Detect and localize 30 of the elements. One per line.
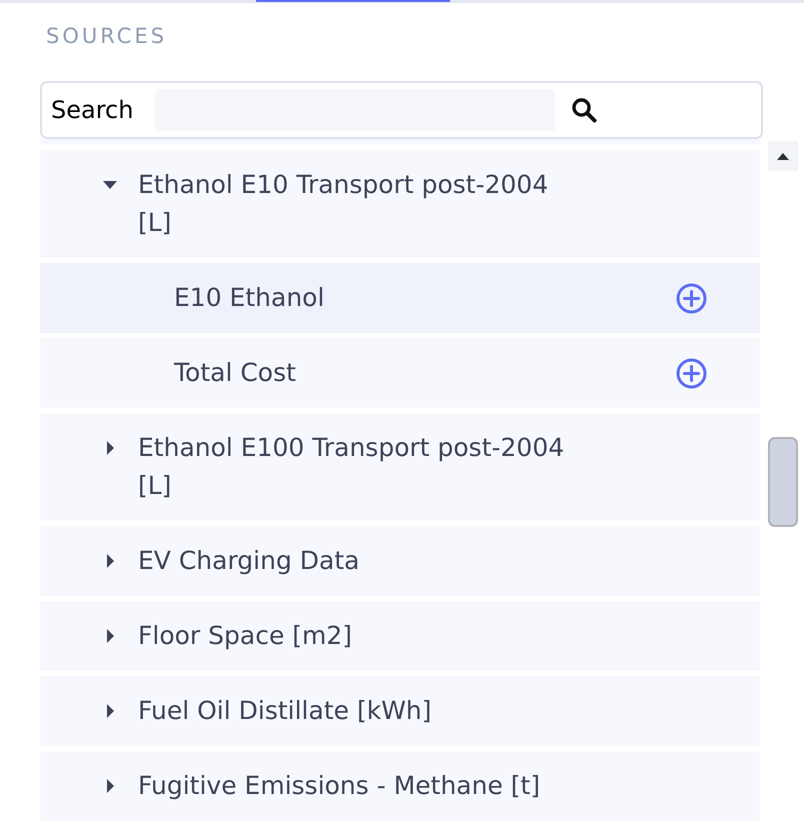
caret-right-icon[interactable] bbox=[107, 704, 114, 718]
search-label: Search bbox=[51, 95, 134, 126]
tree-row[interactable]: Ethanol E100 Transport post-2004 [L] bbox=[40, 413, 760, 521]
caret-right-icon[interactable] bbox=[107, 554, 114, 568]
tree-item-label: Fugitive Emissions - Methane [t] bbox=[138, 770, 542, 802]
tree-row[interactable]: EV Charging Data bbox=[40, 526, 760, 596]
tree-leaf-label: Total Cost bbox=[174, 357, 297, 389]
scroll-up-button[interactable] bbox=[768, 141, 798, 171]
tree-row[interactable]: Floor Space [m2] bbox=[40, 601, 760, 671]
caret-right-icon[interactable] bbox=[107, 441, 114, 455]
caret-right-icon[interactable] bbox=[107, 629, 114, 643]
caret-down-icon[interactable] bbox=[103, 181, 117, 189]
scrollbar-thumb[interactable] bbox=[768, 437, 798, 527]
tree-leaf-row[interactable]: E10 Ethanol bbox=[40, 263, 760, 333]
panel-title: SOURCES bbox=[46, 23, 168, 50]
tree-item-label: Floor Space [m2] bbox=[138, 620, 354, 652]
caret-up-icon bbox=[777, 152, 789, 160]
caret-right-icon[interactable] bbox=[107, 779, 114, 793]
tree-item-label: EV Charging Data bbox=[138, 545, 360, 577]
tree-item-label: Ethanol E10 Transport post-2004 [L] bbox=[138, 169, 550, 239]
add-circle-icon[interactable] bbox=[676, 358, 707, 388]
search-icon[interactable] bbox=[571, 97, 597, 123]
tree-row[interactable]: Ethanol E10 Transport post-2004 [L] bbox=[40, 150, 760, 258]
add-circle-icon[interactable] bbox=[676, 282, 707, 314]
tree-leaf-label: E10 Ethanol bbox=[174, 282, 326, 314]
tree-item-label: Ethanol E100 Transport post-2004 [L] bbox=[138, 432, 566, 502]
tree-item-label: Fuel Oil Distillate [kWh] bbox=[138, 695, 433, 727]
tree-row[interactable]: Fugitive Emissions - Methane [t] bbox=[40, 751, 760, 821]
tree-row[interactable]: Fuel Oil Distillate [kWh] bbox=[40, 676, 760, 746]
tree-leaf-row[interactable]: Total Cost bbox=[40, 338, 760, 408]
